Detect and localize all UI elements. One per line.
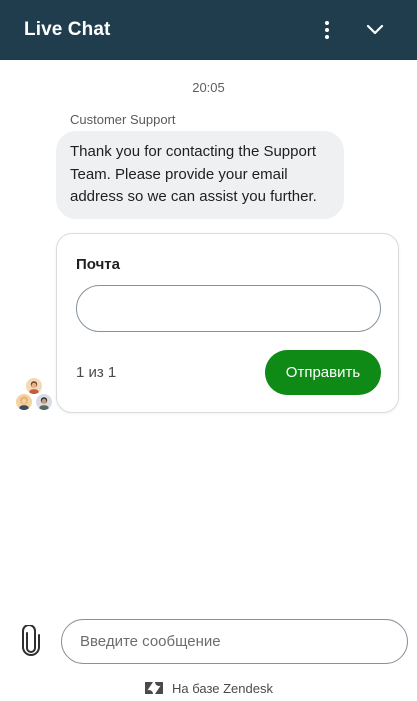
message-timestamp: 20:05 bbox=[192, 80, 225, 95]
paperclip-icon bbox=[22, 624, 40, 656]
agent-group-avatar-icon bbox=[14, 376, 54, 416]
powered-by-link[interactable]: На базе Zendesk bbox=[0, 677, 417, 699]
email-field[interactable] bbox=[76, 285, 381, 332]
submit-button[interactable]: Отправить bbox=[265, 350, 381, 395]
chevron-down-icon bbox=[366, 24, 384, 35]
agent-avatar bbox=[14, 392, 34, 412]
message-bubble: Thank you for contacting the Support Tea… bbox=[56, 131, 344, 219]
email-form-card: Почта 1 из 1 Отправить bbox=[56, 233, 399, 413]
message-composer bbox=[0, 603, 417, 678]
form-step-counter: 1 из 1 bbox=[76, 364, 117, 381]
email-field-label: Почта bbox=[76, 256, 120, 273]
message-input[interactable] bbox=[61, 619, 408, 664]
agent-avatar bbox=[34, 392, 54, 412]
chat-header: Live Chat bbox=[0, 0, 417, 60]
powered-by-label: На базе Zendesk bbox=[172, 680, 273, 696]
sender-name: Customer Support bbox=[70, 112, 176, 127]
more-vertical-icon bbox=[325, 21, 329, 39]
menu-button[interactable] bbox=[309, 12, 345, 48]
collapse-button[interactable] bbox=[357, 12, 393, 48]
attach-button[interactable] bbox=[18, 624, 44, 657]
zendesk-logo-icon bbox=[145, 682, 163, 694]
chat-title: Live Chat bbox=[24, 19, 111, 40]
